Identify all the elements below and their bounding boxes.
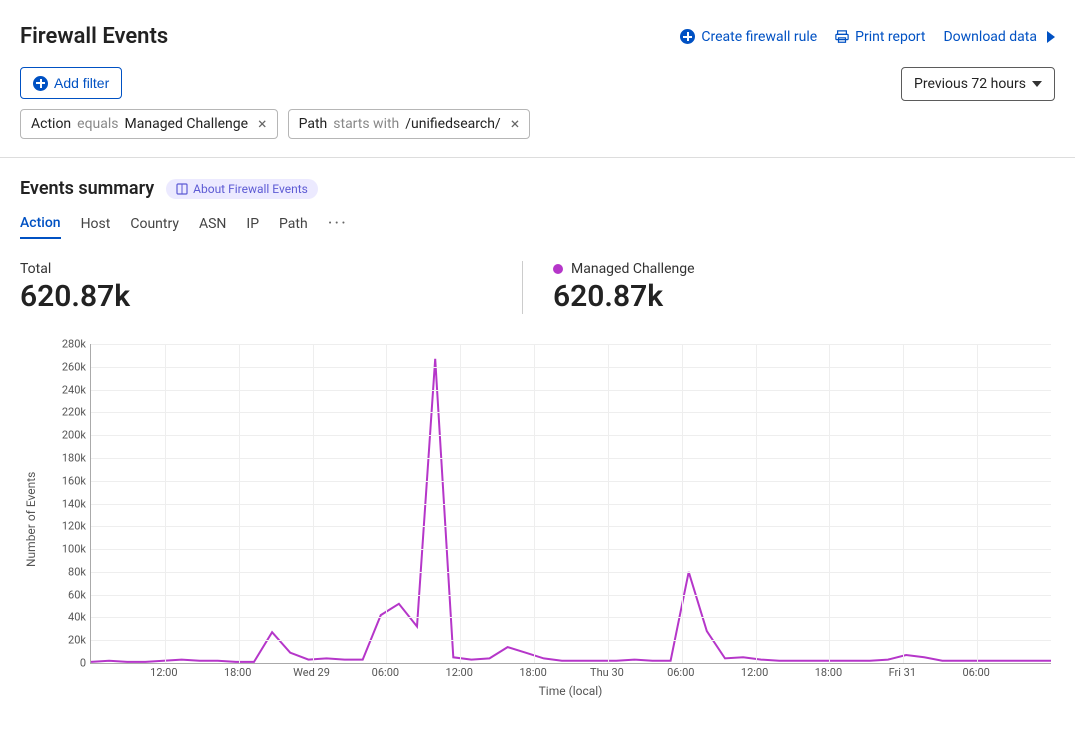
x-tick: 06:00	[372, 666, 399, 679]
tab-asn[interactable]: ASN	[199, 216, 226, 238]
chart-x-axis: Time (local) 12:0018:00Wed 2906:0012:001…	[90, 664, 1051, 694]
download-data-link[interactable]: Download data	[943, 29, 1055, 45]
tab-ip[interactable]: IP	[246, 216, 259, 238]
y-tick: 200k	[62, 429, 86, 442]
y-tick: 80k	[68, 565, 86, 578]
book-icon	[176, 183, 188, 195]
y-tick: 120k	[62, 520, 86, 533]
divider	[0, 157, 1075, 158]
filter-chips: Action equals Managed Challenge×Path sta…	[20, 109, 1055, 139]
stat-series-label: Managed Challenge	[571, 261, 695, 277]
y-tick: 40k	[68, 611, 86, 624]
close-icon[interactable]: ×	[511, 116, 520, 132]
series-color-dot-icon	[553, 264, 563, 274]
chart-plot-area	[90, 344, 1051, 664]
y-tick: 280k	[62, 338, 86, 351]
x-tick: 18:00	[224, 666, 251, 679]
x-tick: 06:00	[962, 666, 989, 679]
chip-value: Managed Challenge	[125, 116, 249, 132]
print-report-label: Print report	[855, 29, 925, 45]
y-tick: 100k	[62, 543, 86, 556]
stat-total-value: 620.87k	[20, 279, 492, 314]
y-tick: 140k	[62, 497, 86, 510]
y-tick: 240k	[62, 383, 86, 396]
download-data-label: Download data	[943, 29, 1037, 45]
events-summary-title: Events summary	[20, 178, 154, 199]
chip-operator: equals	[77, 116, 118, 132]
tab-more[interactable]: ···	[328, 213, 348, 240]
chart-y-axis: 020k40k60k80k100k120k140k160k180k200k220…	[42, 344, 90, 664]
filter-chip[interactable]: Path starts with /unifiedsearch/ ×	[288, 109, 531, 139]
page-title: Firewall Events	[20, 24, 168, 49]
x-tick: 12:00	[446, 666, 473, 679]
add-filter-label: Add filter	[54, 75, 109, 91]
stat-series-value: 620.87k	[553, 279, 1025, 314]
header-actions: Create firewall rule Print report Downlo…	[680, 29, 1055, 45]
time-range-label: Previous 72 hours	[914, 76, 1026, 92]
y-tick: 60k	[68, 588, 86, 601]
tab-host[interactable]: Host	[81, 216, 111, 238]
tab-action[interactable]: Action	[20, 215, 61, 239]
printer-icon	[835, 30, 849, 44]
stat-total: Total 620.87k	[20, 261, 522, 314]
caret-right-icon	[1047, 31, 1055, 43]
about-firewall-events-badge[interactable]: About Firewall Events	[166, 179, 318, 199]
chip-field: Path	[299, 116, 328, 132]
chart-x-axis-label: Time (local)	[539, 684, 603, 698]
tab-country[interactable]: Country	[130, 216, 179, 238]
caret-down-icon	[1032, 81, 1042, 87]
plus-circle-icon	[33, 76, 48, 91]
time-range-select[interactable]: Previous 72 hours	[901, 67, 1055, 101]
about-label: About Firewall Events	[193, 182, 308, 196]
print-report-link[interactable]: Print report	[835, 29, 925, 45]
chip-operator: starts with	[333, 116, 399, 132]
y-tick: 220k	[62, 406, 86, 419]
close-icon[interactable]: ×	[258, 116, 267, 132]
create-rule-label: Create firewall rule	[701, 29, 817, 45]
chart-y-axis-label: Number of Events	[20, 344, 42, 694]
x-tick: 12:00	[741, 666, 768, 679]
x-tick: Thu 30	[590, 666, 624, 679]
x-tick: 18:00	[815, 666, 842, 679]
create-firewall-rule-link[interactable]: Create firewall rule	[680, 29, 817, 45]
plus-circle-icon	[680, 29, 695, 44]
y-tick: 160k	[62, 474, 86, 487]
x-tick: 06:00	[667, 666, 694, 679]
stat-series: Managed Challenge 620.87k	[522, 261, 1055, 314]
chip-field: Action	[31, 116, 71, 132]
x-tick: Wed 29	[293, 666, 330, 679]
y-tick: 260k	[62, 360, 86, 373]
tab-path[interactable]: Path	[279, 216, 308, 238]
x-tick: 12:00	[150, 666, 177, 679]
x-tick: Fri 31	[889, 666, 916, 679]
y-tick: 20k	[68, 634, 86, 647]
y-tick: 180k	[62, 451, 86, 464]
summary-tabs: Action Host Country ASN IP Path ···	[20, 213, 1055, 241]
chip-value: /unifiedsearch/	[405, 116, 500, 132]
x-tick: 18:00	[519, 666, 546, 679]
stat-total-label: Total	[20, 261, 492, 277]
filter-chip[interactable]: Action equals Managed Challenge ×	[20, 109, 278, 139]
y-tick: 0	[80, 657, 86, 670]
add-filter-button[interactable]: Add filter	[20, 67, 122, 99]
